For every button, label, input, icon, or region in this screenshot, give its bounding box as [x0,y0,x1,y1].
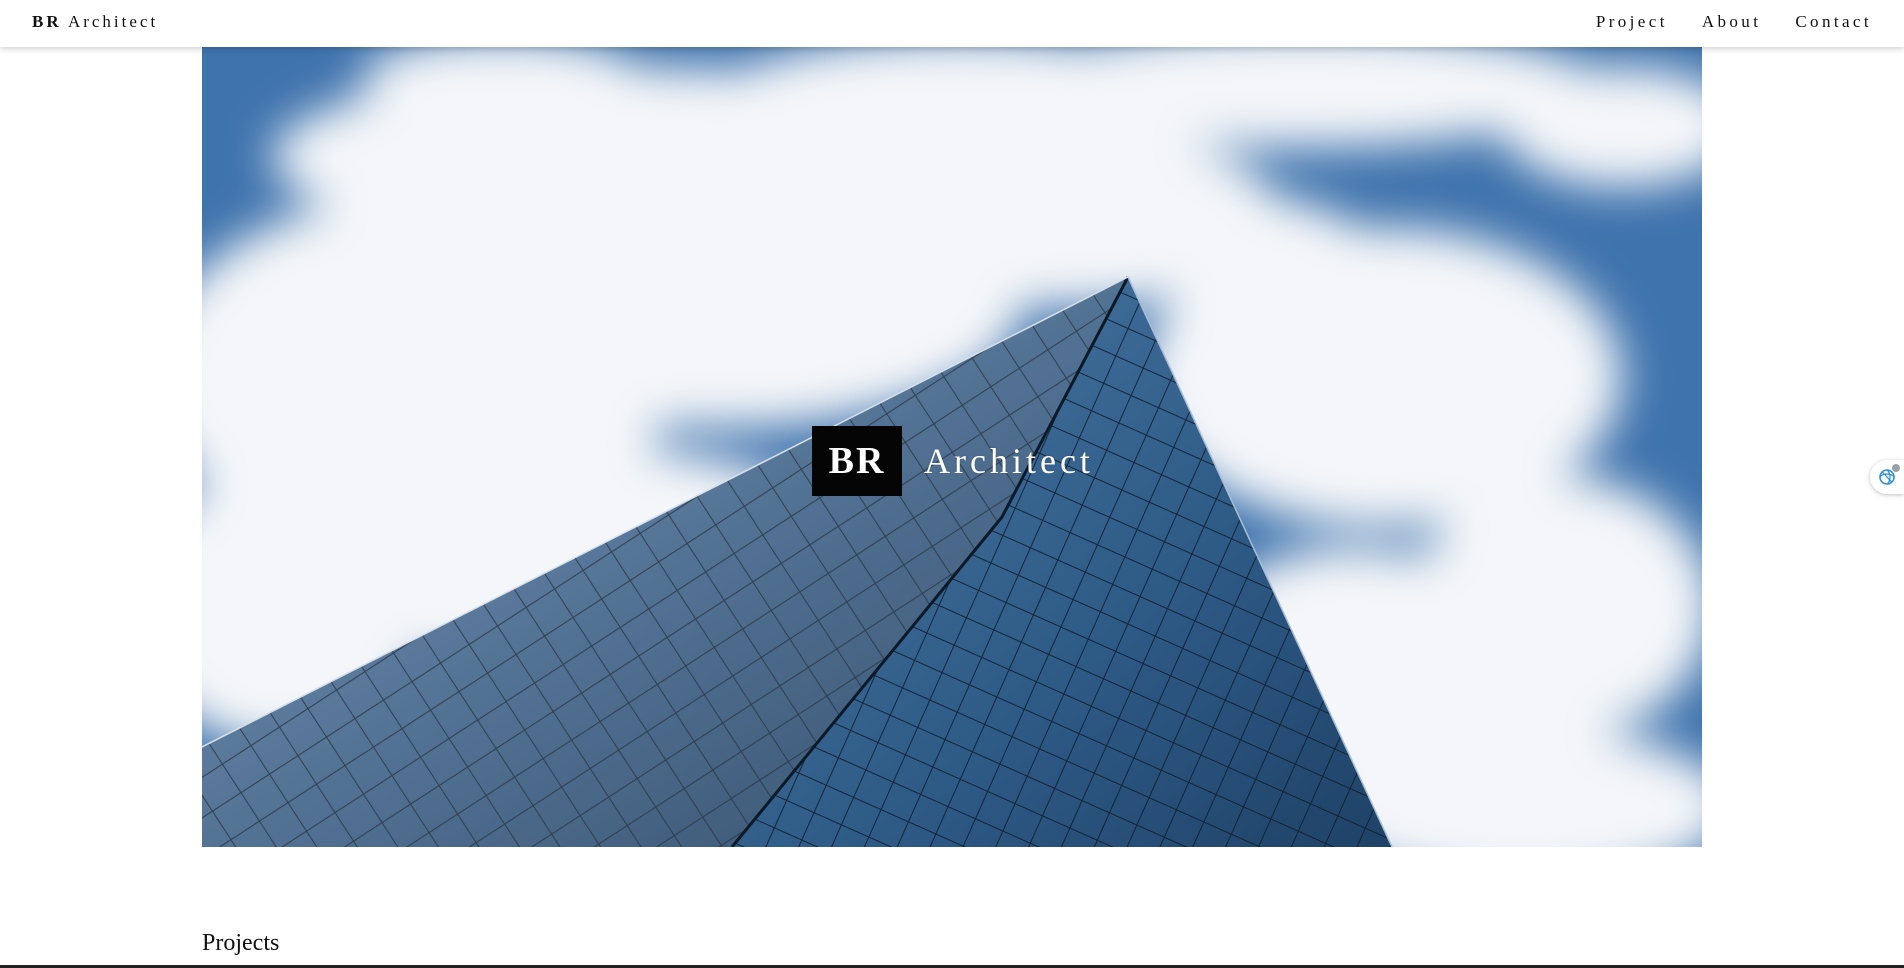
hero-banner: BR Architect [202,47,1702,847]
hero-logo-box: BR [812,426,902,496]
brand-logo[interactable]: BR Architect [32,12,158,32]
projects-section-heading: Projects [202,930,280,956]
nav-link-about[interactable]: About [1702,12,1762,32]
nav-link-contact[interactable]: Contact [1795,12,1872,32]
brand-logo-bold: BR [32,12,62,31]
nav-link-project[interactable]: Project [1596,12,1668,32]
assistant-widget-button[interactable] [1870,460,1904,494]
brand-logo-text: Architect [67,12,159,31]
hero-logo-word: Architect [924,441,1094,481]
hero-logo: BR Architect [812,426,1094,496]
top-navigation-bar: BR Architect Project About Contact [0,0,1904,47]
main-nav: Project About Contact [1596,12,1872,32]
notification-badge [1892,464,1900,472]
